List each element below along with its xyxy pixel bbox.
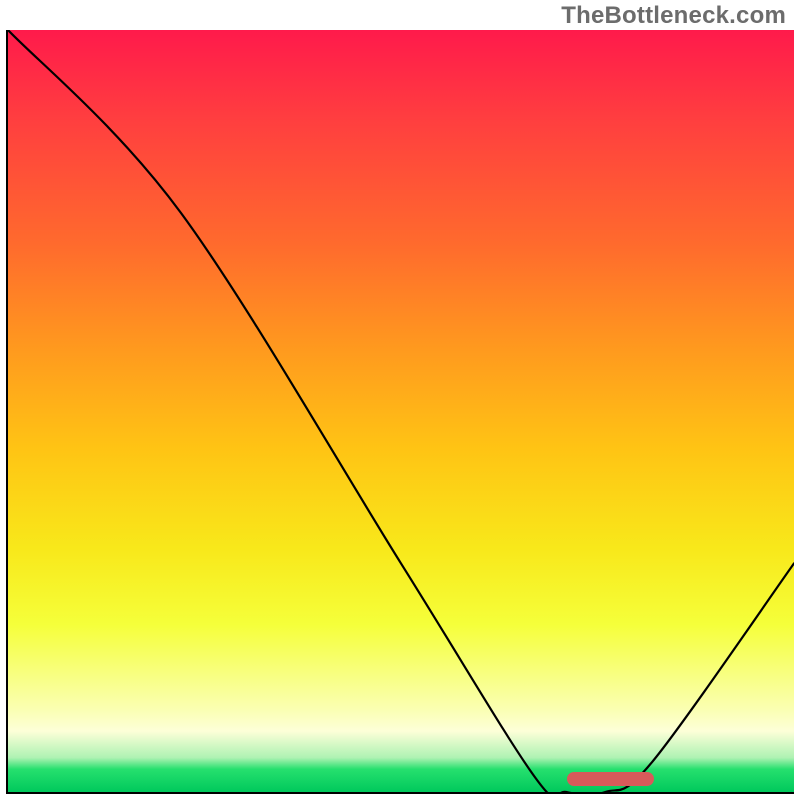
plot-area <box>6 30 794 794</box>
watermark-text: TheBottleneck.com <box>561 2 786 30</box>
bottleneck-curve <box>8 30 794 792</box>
bottleneck-chart: TheBottleneck.com <box>0 0 800 800</box>
optimal-range-marker <box>567 772 654 786</box>
